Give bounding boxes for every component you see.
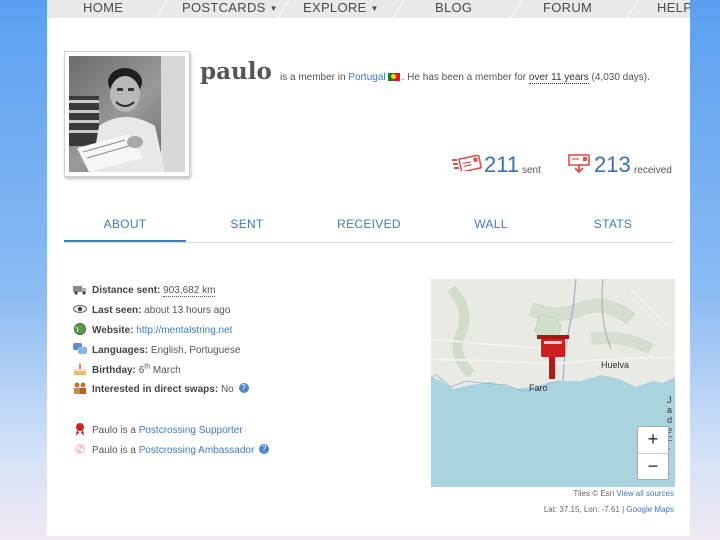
globe-icon bbox=[74, 323, 86, 335]
website-link[interactable]: http://mentalstring.net bbox=[136, 325, 232, 336]
ambassador-link[interactable]: Postcrossing Ambassador bbox=[139, 445, 255, 456]
country-link[interactable]: Portugal bbox=[348, 72, 385, 83]
tab-received[interactable]: RECEIVED bbox=[308, 214, 430, 241]
nav-home[interactable]: HOME bbox=[83, 0, 123, 18]
tiles-prefix: Tiles © Esri bbox=[573, 489, 615, 498]
avatar-frame bbox=[64, 51, 190, 177]
help-icon[interactable]: ? bbox=[259, 444, 270, 454]
avatar[interactable] bbox=[69, 56, 185, 172]
ambassador-prefix: Paulo is a bbox=[92, 445, 136, 456]
tab-wall[interactable]: WALL bbox=[430, 214, 552, 241]
map-zoom-control: + − bbox=[637, 426, 669, 480]
nav-forum[interactable]: FORUM bbox=[543, 0, 592, 18]
received-label: received bbox=[634, 165, 672, 176]
speech-bubble-icon bbox=[73, 343, 87, 354]
info-website: Website: http://mentalstring.net bbox=[73, 323, 232, 337]
birthday-label: Birthday: bbox=[92, 365, 136, 376]
nav-separator bbox=[388, 0, 407, 18]
swaps-label: Interested in direct swaps: bbox=[92, 384, 219, 395]
sent-label: sent bbox=[522, 165, 541, 176]
distance-label: Distance sent: bbox=[92, 285, 161, 296]
portugal-flag-icon bbox=[387, 73, 400, 81]
avatar-photo-icon bbox=[69, 56, 185, 172]
distance-value: 903,682 km bbox=[163, 285, 216, 297]
sent-postcard-icon bbox=[452, 155, 482, 171]
swaps-value: No bbox=[220, 384, 234, 395]
received-postcard-icon bbox=[568, 154, 590, 173]
nav-separator bbox=[151, 0, 170, 18]
supporter-ribbon-icon bbox=[76, 423, 84, 435]
tab-sent[interactable]: SENT bbox=[186, 214, 308, 241]
google-maps-link[interactable]: Google Maps bbox=[626, 505, 674, 514]
top-nav: HOME POSTCARDS ▼ EXPLORE ▼ BLOG FORUM HELP bbox=[47, 0, 690, 18]
page: HOME POSTCARDS ▼ EXPLORE ▼ BLOG FORUM HELP bbox=[47, 0, 690, 536]
supporter-link[interactable]: Postcrossing Supporter bbox=[139, 425, 243, 436]
member-line: is a member in Portugal . He has been a m… bbox=[280, 72, 650, 84]
help-icon[interactable]: ? bbox=[238, 383, 249, 393]
nav-postcards[interactable]: POSTCARDS ▼ bbox=[182, 0, 278, 18]
zoom-out-button[interactable]: − bbox=[638, 454, 668, 480]
nav-explore[interactable]: EXPLORE ▼ bbox=[303, 0, 379, 18]
birthday-cake-icon bbox=[74, 363, 86, 375]
member-days: (4,030 days). bbox=[591, 72, 650, 83]
info-supporter: Paulo is a Postcrossing Supporter bbox=[73, 423, 243, 437]
supporter-prefix: Paulo is a bbox=[92, 425, 136, 436]
info-birthday: Birthday: 6th March bbox=[73, 363, 181, 377]
nav-blog[interactable]: BLOG bbox=[435, 0, 472, 18]
map-coordinates: Lat: 37.15, Lon: -7.61 | Google Maps bbox=[544, 505, 674, 514]
view-sources-link[interactable]: View all sources bbox=[616, 489, 674, 498]
info-distance: Distance sent: 903,682 km bbox=[73, 283, 216, 297]
sent-count[interactable]: 211 bbox=[484, 152, 519, 178]
info-ambassador: Paulo is a Postcrossing Ambassador ? bbox=[73, 443, 270, 457]
member-mid: . He has been a member for bbox=[401, 72, 527, 83]
nav-separator bbox=[506, 0, 525, 18]
last-seen-label: Last seen: bbox=[92, 305, 142, 316]
tab-about[interactable]: ABOUT bbox=[64, 214, 186, 242]
birthday-suffix: th bbox=[144, 363, 151, 371]
map-label-huelva: Huelva bbox=[601, 360, 630, 370]
received-count[interactable]: 213 bbox=[594, 152, 631, 178]
caret-down-icon: ▼ bbox=[370, 4, 379, 13]
ambassador-icon bbox=[75, 444, 85, 454]
map-label-faro: Faro bbox=[529, 383, 548, 393]
website-label: Website: bbox=[92, 325, 134, 336]
location-map[interactable]: Huelva Faro Ja de Fr + − bbox=[431, 279, 675, 487]
tab-stats[interactable]: STATS bbox=[552, 214, 674, 241]
info-last-seen: Last seen: about 13 hours ago bbox=[73, 303, 230, 317]
swap-people-icon bbox=[74, 382, 86, 394]
member-prefix: is a member in bbox=[280, 72, 346, 83]
last-seen-value: about 13 hours ago bbox=[144, 305, 231, 316]
caret-down-icon: ▼ bbox=[269, 4, 278, 13]
languages-label: Languages: bbox=[92, 345, 149, 356]
nav-postcards-label: POSTCARDS bbox=[182, 0, 266, 15]
birthday-month: March bbox=[152, 365, 181, 376]
nav-help[interactable]: HELP bbox=[657, 0, 690, 18]
coords-text: Lat: 37.15, Lon: -7.61 | bbox=[543, 505, 625, 514]
member-duration: over 11 years bbox=[528, 72, 589, 84]
map-attribution: Tiles © Esri View all sources bbox=[573, 489, 674, 498]
nav-explore-label: EXPLORE bbox=[303, 0, 367, 15]
languages-value: English, Portuguese bbox=[150, 345, 241, 356]
info-swaps: Interested in direct swaps: No ? bbox=[73, 382, 249, 396]
profile-username: paulo bbox=[200, 58, 272, 85]
profile-tabs: ABOUT SENT RECEIVED WALL STATS bbox=[64, 214, 674, 243]
info-languages: Languages: English, Portuguese bbox=[73, 343, 240, 357]
zoom-in-button[interactable]: + bbox=[638, 427, 668, 454]
eye-icon bbox=[73, 305, 87, 313]
nav-separator bbox=[622, 0, 641, 18]
truck-icon bbox=[73, 286, 86, 295]
